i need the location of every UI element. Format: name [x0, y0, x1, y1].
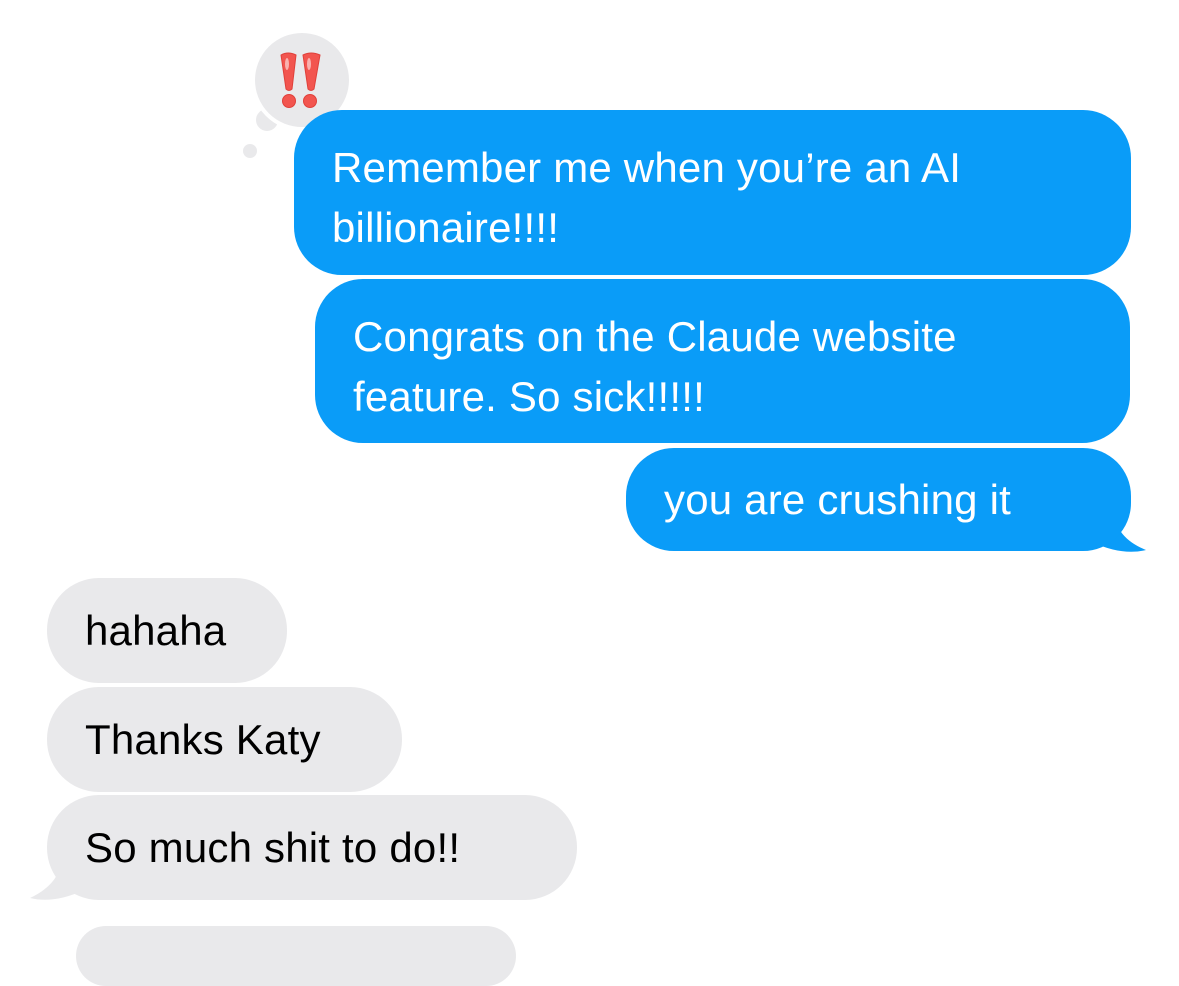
double-exclamation-icon	[280, 52, 321, 108]
received-message-bubble[interactable]: Thanks Katy	[47, 687, 402, 792]
sent-message-bubble[interactable]: Remember me when you’re an AI billionair…	[294, 110, 1131, 275]
message-text: Congrats on the Claude website	[353, 313, 957, 360]
message-text: So much shit to do!!	[85, 824, 461, 871]
sent-message-bubble[interactable]: Congrats on the Claude website feature. …	[315, 279, 1130, 443]
tapback-tail-dot-small	[240, 141, 260, 161]
message-text: hahaha	[85, 607, 227, 654]
message-text: billionaire!!!!	[332, 204, 560, 251]
message-text: Remember me when you’re an AI	[332, 144, 962, 191]
message-text: Thanks Katy	[85, 716, 321, 763]
sent-message-bubble[interactable]: you are crushing it	[626, 448, 1131, 551]
message-text: feature. So sick!!!!!	[353, 373, 706, 420]
received-message-bubble[interactable]: hahaha	[47, 578, 287, 683]
received-message-bubble-partial[interactable]	[76, 926, 516, 986]
received-message-bubble[interactable]: So much shit to do!!	[47, 795, 577, 900]
message-text: you are crushing it	[664, 476, 1011, 523]
